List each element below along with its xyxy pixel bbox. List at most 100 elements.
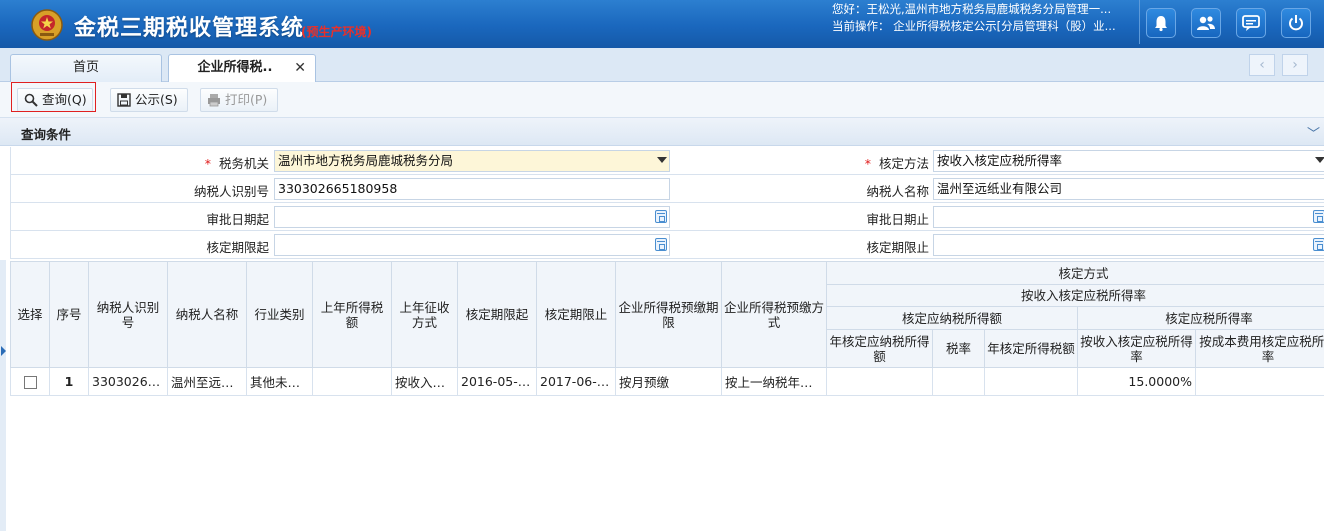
method-select[interactable]: 按收入核定应税所得率 [933,150,1324,172]
header-annual-tax[interactable]: 年核定所得税额 [984,329,1078,368]
row-annual-taxable-income [826,367,933,396]
side-panel-toggle[interactable] [0,260,6,531]
row-taxpayer-name: 温州至远纸... [167,367,247,396]
approve-end-date-input[interactable] [933,206,1324,228]
header-taxable-income: 核定应纳税所得额 [826,306,1078,330]
calendar-icon[interactable] [1313,238,1324,251]
header-prepay-period[interactable]: 企业所得税预缴期限 [615,261,722,368]
header-last-year-tax[interactable]: 上年所得税额 [312,261,392,368]
approve-start-date-input[interactable] [274,206,670,228]
row-period-start: 2016-05-01 [457,367,537,396]
chevron-down-icon[interactable]: ﹀ [1307,123,1320,142]
user-info: 您好：王松光,温州市地方税务局鹿城税务分局管理一... 当前操作： 企业所得税核… [832,1,1132,35]
results-table-container: 选择 序号 纳税人识别号 纳税人名称 行业类别 上年所得税额 上年征收方式 核定… [10,261,1324,396]
calendar-icon[interactable] [1313,210,1324,223]
header-taxpayer-id[interactable]: 纳税人识别号 [88,261,168,368]
user-greeting: 您好：王松光,温州市地方税务局鹿城税务分局管理一... [832,2,1112,16]
tab-home[interactable]: 首页 [10,54,162,82]
method-label: * 核定方法 [864,156,929,171]
taxpayer-name-input[interactable]: 温州至远纸业有限公司 [933,178,1324,200]
tax-emblem-icon [31,9,63,41]
row-last-method: 按收入核... [391,367,458,396]
form-row-tax-office: * 税务机关 温州市地方税务局鹿城税务分局 * 核定方法 按收入核定应税所得率 [10,147,1324,175]
form-row-period-date: 核定期限起 核定期限止 [10,231,1324,259]
query-button-focus-outline [11,82,96,112]
period-end-date-input[interactable] [933,234,1324,256]
header-assess-mode: 核定方式 [825,261,1324,285]
approve-end-label: 审批日期止 [866,212,929,227]
publish-button[interactable]: 公示(S) [110,88,188,112]
row-select-cell[interactable] [10,367,50,396]
header-period-end[interactable]: 核定期限止 [536,261,616,368]
period-end-label: 核定期限止 [866,240,929,255]
dropdown-arrow-icon[interactable] [1315,157,1324,163]
app-title: 金税三期税收管理系统 [74,16,305,41]
form-row-approve-date: 审批日期起 审批日期止 [10,203,1324,231]
header-select: 选择 [10,261,50,368]
period-start-label: 核定期限起 [206,240,269,255]
header-by-income-rate: 按收入核定应税所得率 [825,284,1324,307]
form-row-taxpayer: 纳税人识别号 330302665180958 纳税人名称 温州至远纸业有限公司 [10,175,1324,203]
tab-enterprise-income-tax[interactable]: 企业所得税.. ✕ [168,54,316,83]
tab-home-label: 首页 [72,60,99,75]
approve-start-label: 审批日期起 [206,212,269,227]
app-header: 金税三期税收管理系统 (预生产环境) 您好：王松光,温州市地方税务局鹿城税务分局… [0,0,1324,48]
tab-scroll-right[interactable]: › [1282,54,1308,76]
environment-tag: (预生产环境) [301,25,372,39]
row-income-rate: 15.0000% [1077,367,1196,396]
period-start-date-input[interactable] [274,234,670,256]
dropdown-arrow-icon[interactable] [657,157,667,163]
row-prepay-method: 按上一纳税年度... [721,367,827,396]
row-last-year-tax [312,367,392,396]
print-button[interactable]: 打印(P) [200,88,278,112]
header-cost-rate[interactable]: 按成本费用核定应税所得率 [1194,329,1324,368]
header-taxable-rate: 核定应税所得率 [1076,306,1324,330]
method-value: 按收入核定应税所得率 [937,153,1063,168]
tax-office-label: * 税务机关 [204,156,269,171]
calendar-icon[interactable] [655,238,667,251]
header-prepay-method[interactable]: 企业所得税预缴方式 [721,261,827,368]
notification-button[interactable] [1146,8,1176,38]
taxpayer-name-label: 纳税人名称 [866,184,929,199]
taxpayer-id-input[interactable]: 330302665180958 [274,178,670,200]
header-period-start[interactable]: 核定期限起 [457,261,537,368]
header-seq: 序号 [49,261,89,368]
tax-office-value: 温州市地方税务局鹿城税务分局 [278,153,454,168]
contacts-button[interactable] [1191,8,1221,38]
header-annual-taxable-income[interactable]: 年核定应纳税所得额 [826,329,933,368]
tab-active-label: 企业所得税.. [197,60,273,75]
header-last-method[interactable]: 上年征收方式 [391,261,458,368]
tax-office-select[interactable]: 温州市地方税务局鹿城税务分局 [274,150,670,172]
query-conditions-header[interactable]: 查询条件 ﹀ [0,118,1324,146]
printer-icon [208,94,220,107]
row-industry: 其他未列... [246,367,313,396]
row-rate [932,367,985,396]
row-checkbox[interactable] [23,376,37,389]
tab-bar: 首页 企业所得税.. ✕ ‹ › [0,48,1324,83]
bell-icon [1155,16,1167,32]
row-seq: 1 [49,367,89,396]
header-divider [1139,0,1140,44]
message-button[interactable] [1236,8,1266,38]
table-row[interactable]: 1 330302665... 温州至远纸... 其他未列... 按收入核... … [10,367,1324,396]
header-taxpayer-name[interactable]: 纳税人名称 [167,261,247,368]
close-icon[interactable]: ✕ [294,55,306,81]
print-label: 打印(P) [225,92,268,107]
header-industry[interactable]: 行业类别 [246,261,313,368]
save-icon [117,93,131,107]
results-table: 选择 序号 纳税人识别号 纳税人名称 行业类别 上年所得税额 上年征收方式 核定… [10,261,1324,396]
tab-scroll-left[interactable]: ‹ [1249,54,1275,76]
row-cost-rate [1194,367,1324,396]
row-period-end: 2017-06-30 [536,367,616,396]
calendar-icon[interactable] [655,210,667,223]
header-rate[interactable]: 税率 [932,329,985,368]
header-income-rate[interactable]: 按收入核定应税所得率 [1077,329,1196,368]
query-conditions-title: 查询条件 [21,127,72,142]
row-annual-tax [984,367,1078,396]
chat-icon [1242,15,1260,31]
taxpayer-id-label: 纳税人识别号 [193,184,269,199]
current-operation: 当前操作： 企业所得税核定公示[分局管理科（股）业... [832,19,1116,33]
publish-label: 公示(S) [135,92,178,107]
logout-button[interactable] [1281,8,1311,38]
row-prepay-period: 按月预缴 [615,367,722,396]
